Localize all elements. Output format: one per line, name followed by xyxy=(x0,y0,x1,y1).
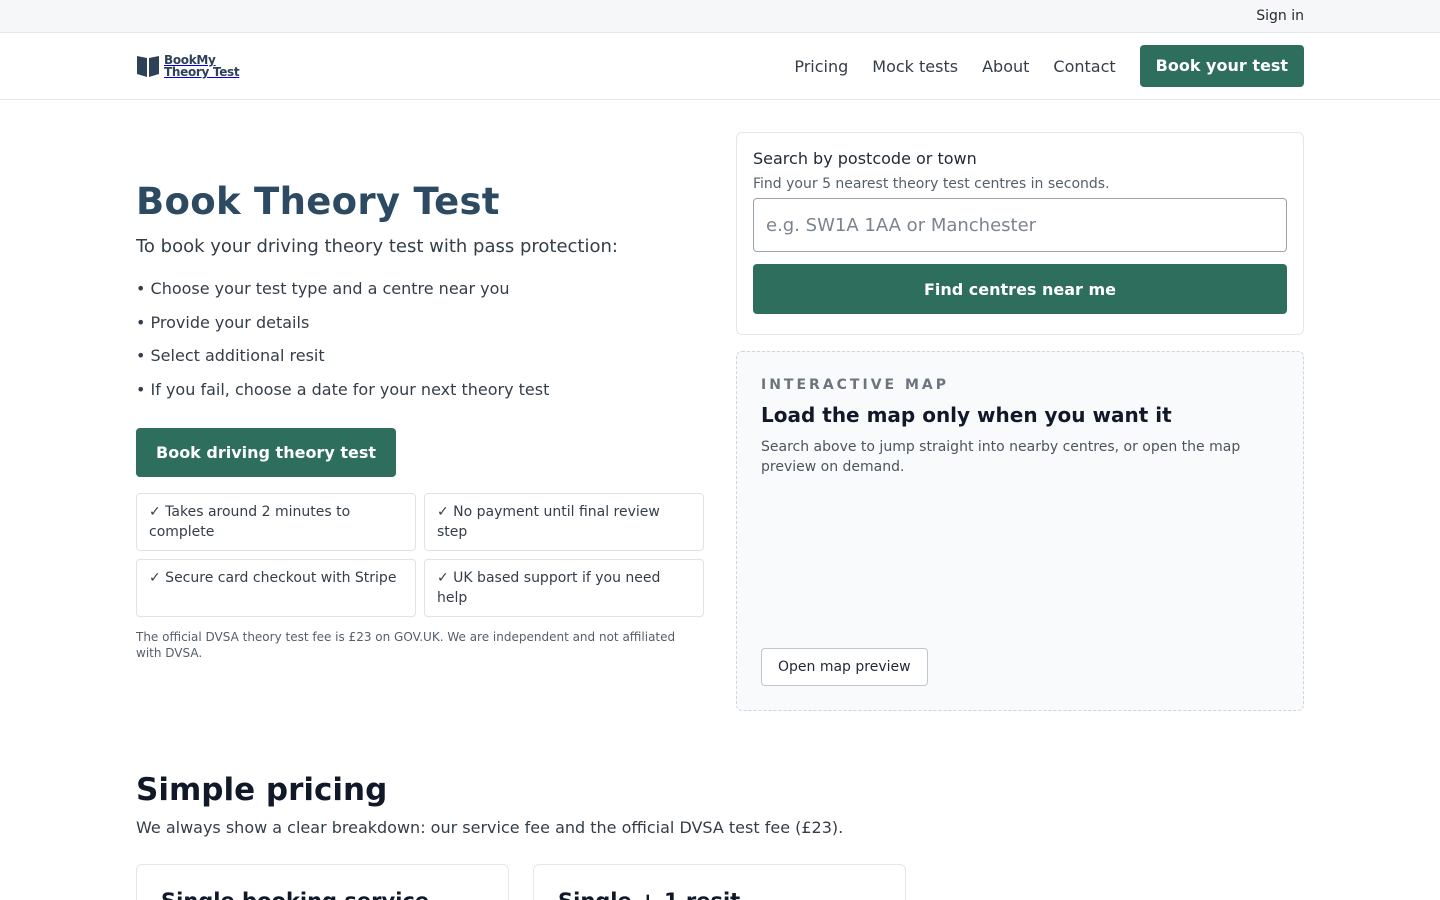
primary-nav: Pricing Mock tests About Contact Book yo… xyxy=(770,45,1304,87)
nav-link-mock-tests[interactable]: Mock tests xyxy=(872,57,958,76)
map-title: Load the map only when you want it xyxy=(761,403,1172,427)
list-item: • Choose your test type and a centre nea… xyxy=(136,279,510,298)
plan-title: Single booking service xyxy=(161,889,484,900)
booking-steps-list: • Choose your test type and a centre nea… xyxy=(136,278,549,412)
postcode-search-input[interactable] xyxy=(753,198,1287,252)
feature-grid: ✓ Takes around 2 minutes to complete ✓ N… xyxy=(136,493,704,617)
nav-link-about[interactable]: About xyxy=(982,57,1029,76)
map-eyebrow: INTERACTIVE MAP xyxy=(761,377,949,393)
open-map-preview-button[interactable]: Open map preview xyxy=(761,648,928,686)
book-icon xyxy=(137,56,159,77)
find-centres-button[interactable]: Find centres near me xyxy=(753,264,1287,314)
interactive-map-card: INTERACTIVE MAP Load the map only when y… xyxy=(736,351,1304,711)
search-label: Search by postcode or town xyxy=(753,149,977,168)
logo-line-2: Theory Test xyxy=(164,65,240,79)
list-item: • Select additional resit xyxy=(136,346,325,366)
feature-item: ✓ No payment until final review step xyxy=(424,493,704,551)
map-description: Search above to jump straight into nearb… xyxy=(761,439,1241,475)
pricing-subtitle: We always show a clear breakdown: our se… xyxy=(136,818,844,837)
nav-link-pricing[interactable]: Pricing xyxy=(794,57,848,76)
search-hint: Find your 5 nearest theory test centres … xyxy=(753,176,1110,192)
book-driving-theory-test-button[interactable]: Book driving theory test xyxy=(136,428,396,477)
brand-logo[interactable]: BookMy Theory Test xyxy=(136,54,240,79)
page-title: Book Theory Test xyxy=(136,180,500,223)
centre-search-card: Search by postcode or town Find your 5 n… xyxy=(736,132,1304,335)
plan-card: Single booking service xyxy=(136,864,509,900)
plan-card: Single + 1 resit xyxy=(533,864,906,900)
logo-wordmark: BookMy Theory Test xyxy=(164,54,240,79)
sign-in-link[interactable]: Sign in xyxy=(1256,8,1304,24)
feature-item: ✓ Secure card checkout with Stripe xyxy=(136,559,416,617)
list-item: • Provide your details xyxy=(136,312,310,332)
hero-intro: To book your driving theory test with pa… xyxy=(136,236,618,257)
pricing-section: Simple pricing We always show a clear br… xyxy=(136,772,906,900)
pricing-title: Simple pricing xyxy=(136,772,388,808)
list-item: • If you fail, choose a date for your ne… xyxy=(136,379,550,399)
feature-item: ✓ Takes around 2 minutes to complete xyxy=(136,493,416,551)
nav-link-contact[interactable]: Contact xyxy=(1053,57,1115,76)
main-navbar: BookMy Theory Test Pricing Mock tests Ab… xyxy=(0,33,1440,100)
book-your-test-button[interactable]: Book your test xyxy=(1139,45,1304,87)
feature-item: ✓ UK based support if you need help xyxy=(424,559,704,617)
top-utility-bar: Sign in xyxy=(0,0,1440,33)
dvsa-disclaimer: The official DVSA theory test fee is £23… xyxy=(136,630,676,660)
plan-title: Single + 1 resit xyxy=(558,889,881,900)
